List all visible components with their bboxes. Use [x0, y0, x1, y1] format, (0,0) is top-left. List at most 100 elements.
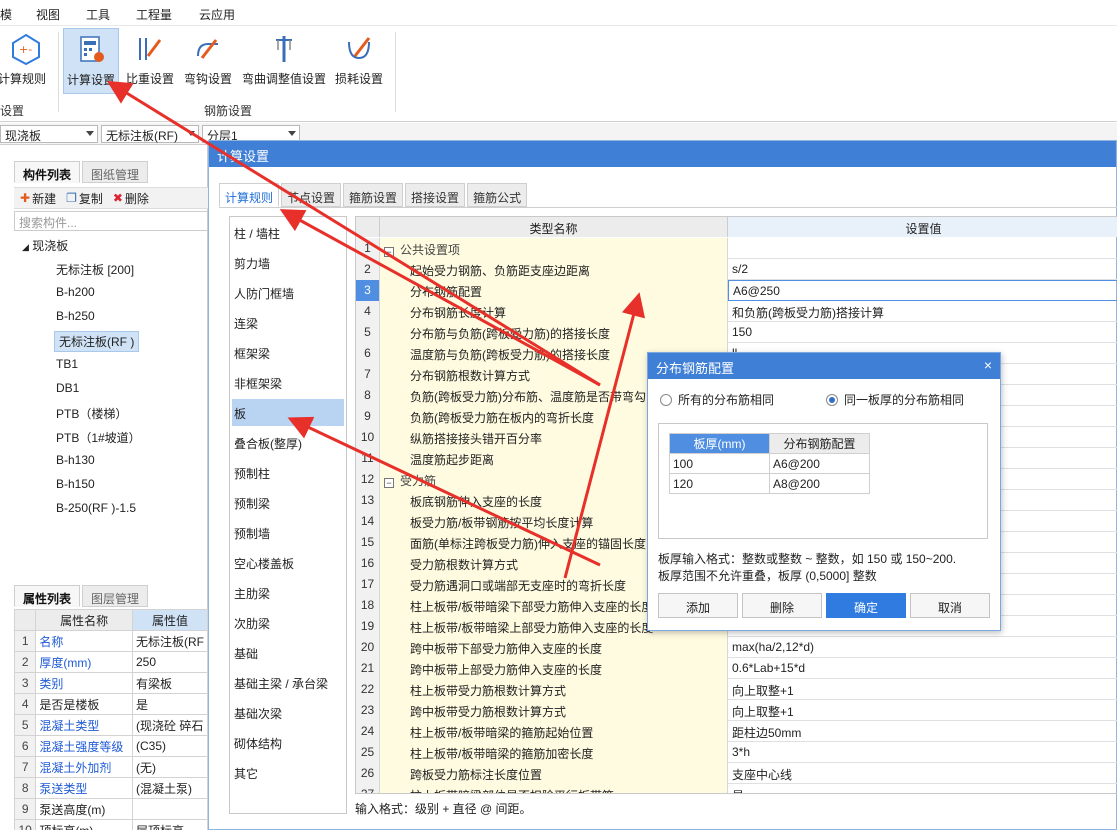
component-select[interactable]: 无标注板(RF) [101, 125, 199, 143]
category-item[interactable]: 叠合板(整厚) [232, 429, 344, 456]
copy-button[interactable]: 复制 [79, 190, 103, 207]
weight-settings-button[interactable]: 比重设置 [124, 28, 176, 94]
menu-item-tools[interactable]: 工具 [86, 6, 110, 23]
delete-button[interactable]: 删除 [125, 190, 149, 207]
property-row[interactable]: 6 混凝土强度等级 (C35) [13, 735, 208, 757]
rule-value[interactable]: 3*h [728, 742, 1117, 763]
tab-drawing-management[interactable]: 图纸管理 [82, 161, 149, 183]
rule-row[interactable]: 1− 公共设置项 [356, 238, 1117, 259]
thickness-row[interactable]: 100 A6@200 [669, 453, 870, 474]
rule-row[interactable]: 22 柱上板带受力筋根数计算方式 向上取整+1 [356, 679, 1117, 700]
category-item[interactable]: 基础主梁 / 承台梁 [232, 669, 344, 696]
category-item[interactable]: 空心楼盖板 [232, 549, 344, 576]
property-value[interactable]: 层顶标高 [132, 819, 208, 830]
tab-stirrup-settings[interactable]: 箍筋设置 [343, 183, 404, 207]
property-value[interactable]: 无标注板(RF [132, 630, 208, 652]
cancel-button[interactable]: 取消 [910, 593, 990, 618]
menu-item-view[interactable]: 视图 [36, 6, 60, 23]
property-value[interactable]: (混凝土泵) [132, 777, 208, 799]
tree-item[interactable]: B-h200 [56, 285, 95, 299]
category-item[interactable]: 预制梁 [232, 489, 344, 516]
category-item[interactable]: 框架梁 [232, 339, 344, 366]
rule-row[interactable]: 4 分布钢筋长度计算 和负筋(跨板受力筋)搭接计算 [356, 301, 1117, 322]
close-icon[interactable]: × [984, 357, 992, 373]
property-value[interactable]: 有梁板 [132, 672, 208, 694]
rule-row[interactable]: 27柱上板带暗梁部位是否扣除平行板带筋是 [356, 784, 1117, 793]
menu-item-cloud[interactable]: 云应用 [199, 6, 235, 23]
rule-value[interactable]: 向上取整+1 [728, 679, 1117, 700]
tree-item[interactable]: B-h250 [56, 309, 95, 323]
tree-item-selected[interactable]: 无标注板(RF ) [54, 331, 140, 352]
menu-item-model[interactable]: 模 [0, 6, 12, 23]
rule-row[interactable]: 23 跨中板带受力筋根数计算方式 向上取整+1 [356, 700, 1117, 721]
tab-node-settings[interactable]: 节点设置 [281, 183, 342, 207]
component-type-select[interactable]: 现浇板 [0, 125, 98, 143]
property-row[interactable]: 10顶标高(m)层顶标高 [13, 819, 208, 830]
tree-item[interactable]: B-h150 [56, 477, 95, 491]
rule-row[interactable]: 25 柱上板带/板带暗梁的箍筋加密长度 3*h [356, 742, 1117, 763]
tree-item[interactable]: 无标注板 [200] [56, 261, 134, 278]
tab-layer-management[interactable]: 图层管理 [82, 585, 149, 607]
tree-item[interactable]: TB1 [56, 357, 78, 371]
category-item[interactable]: 板 [232, 399, 344, 426]
property-value[interactable]: (C35) [132, 735, 208, 757]
rule-value[interactable]: 150 [728, 322, 1117, 343]
property-row[interactable]: 3 类别 有梁板 [13, 672, 208, 694]
property-value[interactable]: (无) [132, 756, 208, 778]
tab-property-list[interactable]: 属性列表 [14, 585, 81, 607]
rule-row[interactable]: 3 分布钢筋配置 A6@250 [356, 280, 1117, 301]
property-row[interactable]: 2 厚度(mm) 250 [13, 651, 208, 673]
rule-row[interactable]: 20 跨中板带下部受力筋伸入支座的长度 max(ha/2,12*d) [356, 637, 1117, 658]
category-item[interactable]: 人防门框墙 [232, 279, 344, 306]
delete-row-button[interactable]: 删除 [742, 593, 822, 618]
radio-all-same[interactable]: 所有的分布筋相同 [660, 391, 774, 408]
rule-value[interactable]: A6@250 [728, 280, 1117, 301]
category-item[interactable]: 基础次梁 [232, 699, 344, 726]
tab-lap-settings[interactable]: 搭接设置 [405, 183, 466, 207]
category-item[interactable]: 预制柱 [232, 459, 344, 486]
property-row[interactable]: 1 名称 无标注板(RF [13, 630, 208, 652]
thickness-row[interactable]: 120 A8@200 [669, 473, 870, 494]
category-item[interactable]: 基础 [232, 639, 344, 666]
radio-same-thickness[interactable]: 同一板厚的分布筋相同 [826, 391, 964, 408]
category-item[interactable]: 柱 / 墙柱 [232, 219, 344, 246]
tree-item[interactable]: PTB（1#坡道） [56, 429, 141, 446]
rule-row[interactable]: 5 分布筋与负筋(跨板受力筋)的搭接长度 150 [356, 322, 1117, 343]
property-value[interactable] [132, 798, 208, 820]
property-row[interactable]: 5 混凝土类型 (现浇砼 碎石 [13, 714, 208, 736]
category-item[interactable]: 连梁 [232, 309, 344, 336]
menu-item-quantity[interactable]: 工程量 [136, 6, 172, 23]
rule-value[interactable]: max(ha/2,12*d) [728, 637, 1117, 658]
rule-row[interactable]: 2 起始受力钢筋、负筋距支座边距离 s/2 [356, 259, 1117, 280]
rule-row[interactable]: 21 跨中板带上部受力筋伸入支座的长度 0.6*Lab+15*d [356, 658, 1117, 679]
rule-value[interactable]: 距柱边50mm [728, 721, 1117, 742]
rule-row[interactable]: 26 跨板受力筋标注长度位置 支座中心线 [356, 763, 1117, 784]
ok-button[interactable]: 确定 [826, 593, 906, 618]
add-button[interactable]: 添加 [658, 593, 738, 618]
property-value[interactable]: 是 [132, 693, 208, 715]
property-row[interactable]: 7 混凝土外加剂 (无) [13, 756, 208, 778]
category-item[interactable]: 砌体结构 [232, 729, 344, 756]
hook-settings-button[interactable]: 弯钩设置 [182, 28, 234, 94]
tab-stirrup-formula[interactable]: 箍筋公式 [467, 183, 528, 207]
new-button[interactable]: 新建 [32, 190, 56, 207]
rule-value[interactable]: 0.6*Lab+15*d [728, 658, 1117, 679]
tree-root[interactable]: ◢ 现浇板 [22, 237, 68, 254]
rule-row[interactable]: 24 柱上板带/板带暗梁的箍筋起始位置 距柱边50mm [356, 721, 1117, 742]
rule-value[interactable]: 向上取整+1 [728, 700, 1117, 721]
property-row[interactable]: 9 泵送高度(m) [13, 798, 208, 820]
property-value[interactable]: (现浇砼 碎石 [132, 714, 208, 736]
category-item[interactable]: 预制墙 [232, 519, 344, 546]
category-item[interactable]: 次肋梁 [232, 609, 344, 636]
tree-item[interactable]: PTB（楼梯） [56, 405, 127, 422]
tree-item[interactable]: DB1 [56, 381, 79, 395]
category-item[interactable]: 非框架梁 [232, 369, 344, 396]
rule-value[interactable]: 支座中心线 [728, 763, 1117, 784]
rebar-config-cell[interactable]: A6@200 [769, 453, 870, 474]
rule-value[interactable]: 是 [728, 784, 1117, 793]
bend-adjust-button[interactable]: 弯曲调整值设置 [240, 28, 328, 94]
component-search-input[interactable]: 搜索构件... [14, 211, 208, 231]
category-item[interactable]: 主肋梁 [232, 579, 344, 606]
property-row[interactable]: 4 是否是楼板是 [13, 693, 208, 715]
collapse-icon[interactable]: − [384, 247, 394, 257]
